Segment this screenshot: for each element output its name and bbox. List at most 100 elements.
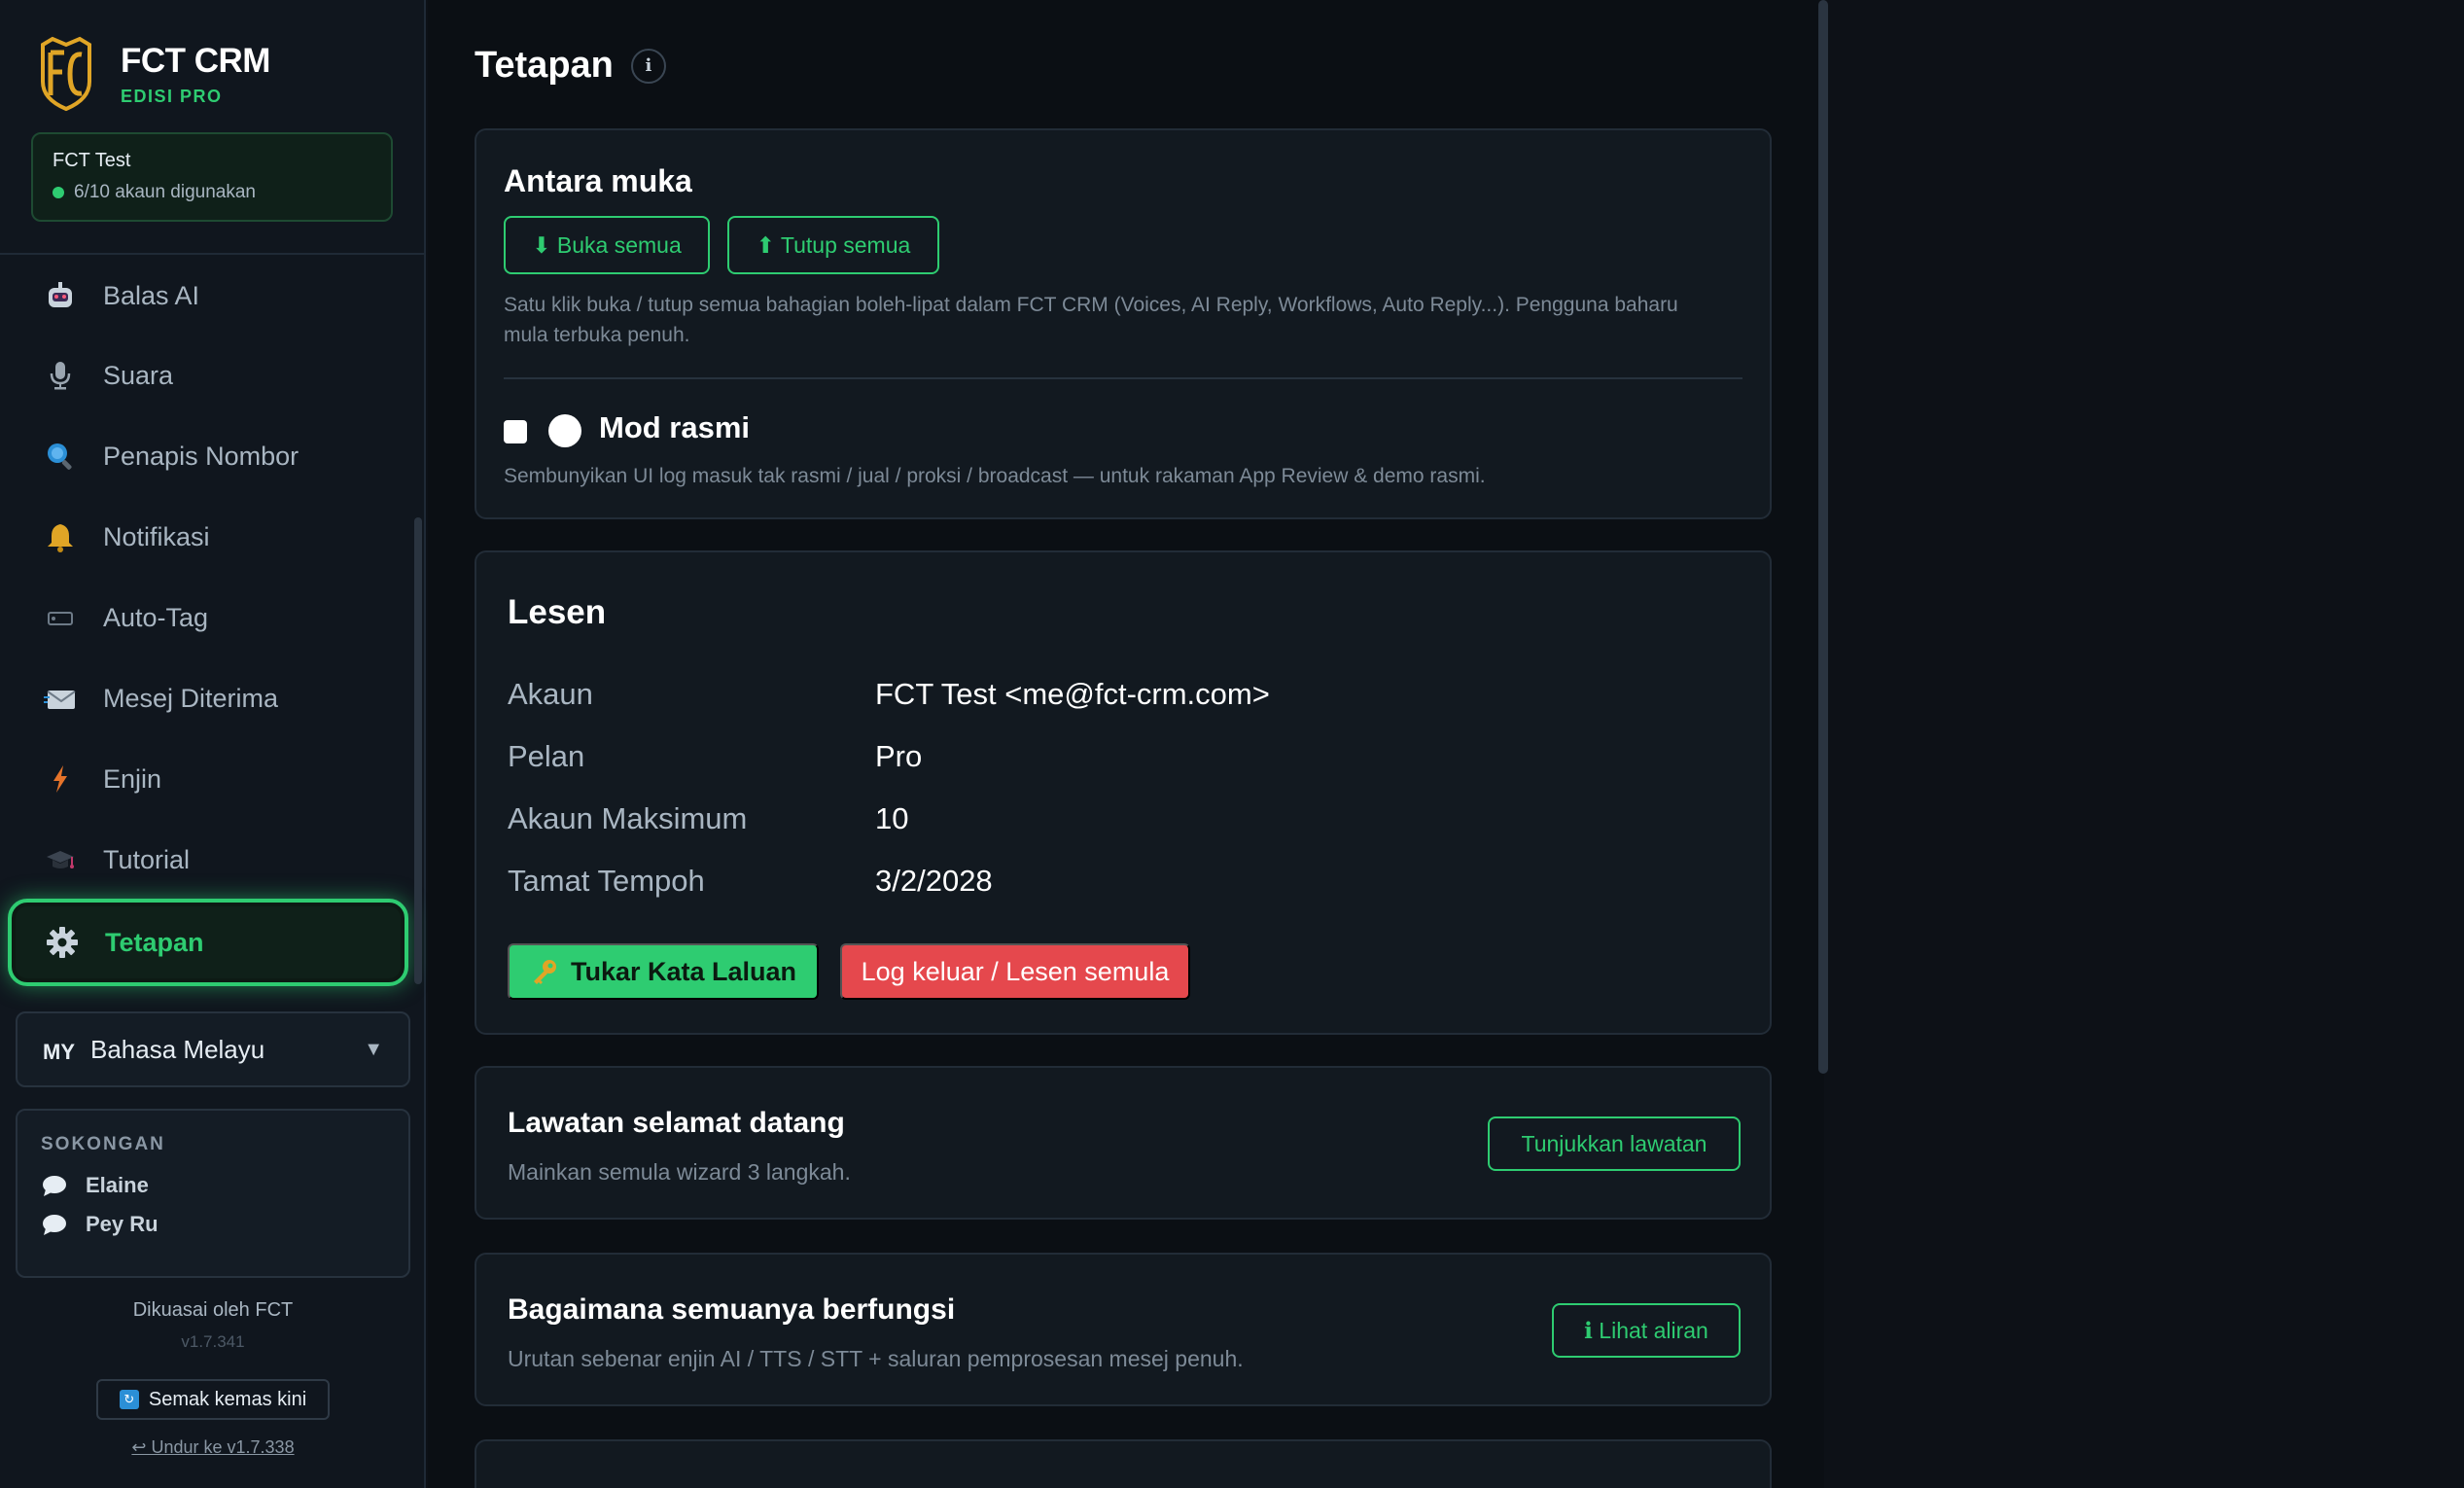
brand[interactable]: FCT CRM EDISI PRO [39,35,270,113]
official-mode-checkbox[interactable] [504,420,527,443]
sidebar-item-enjin[interactable]: Enjin [16,742,408,816]
sidebar-scrollbar[interactable] [414,517,422,984]
rollback-link[interactable]: ↩ Undur ke v1.7.338 [0,1437,426,1458]
license-key: Tamat Tempoh [508,864,705,898]
bell-icon [43,519,78,554]
support-contact-name: Elaine [86,1173,149,1197]
language-select[interactable]: MY Bahasa Melayu ▼ [16,1011,410,1087]
status-dot-icon [53,187,64,198]
how-it-works-card: Bagaimana semuanya berfungsi Urutan sebe… [475,1253,1772,1406]
license-value: 3/2/2028 [875,864,993,898]
fc-shield-logo-icon [41,36,91,112]
microphone-icon [43,358,78,393]
sidebar-item-label: Tutorial [103,844,191,874]
sidebar: FCT CRM EDISI PRO FCT Test 6/10 akaun di… [0,0,426,1488]
sidebar-item-label: Penapis Nombor [103,441,299,471]
app-version: v1.7.341 [181,1332,245,1351]
collapse-all-button[interactable]: ⬆ Tutup semua [727,216,939,274]
support-card: SOKONGAN Elaine Pey Ru [16,1109,410,1278]
tag-icon [43,600,78,635]
chat-bubble-icon [43,1176,66,1196]
sidebar-item-tutorial[interactable]: Tutorial [16,823,408,897]
page-title: Tetapan [475,45,614,86]
sidebar-item-tetapan[interactable]: Tetapan [8,899,408,986]
sidebar-item-label: Mesej Diterima [103,683,279,713]
check-update-button[interactable]: ↻ Semak kemas kini [96,1379,330,1420]
official-mode-description: Sembunyikan UI log masuk tak rasmi / jua… [504,465,1486,487]
sidebar-item-auto-tag[interactable]: Auto-Tag [16,581,408,655]
app-window: FCT CRM EDISI PRO FCT Test 6/10 akaun di… [0,0,2464,1488]
refresh-icon: ↻ [119,1390,139,1409]
welcome-tour-card: Lawatan selamat datang Mainkan semula wi… [475,1066,1772,1220]
sidebar-item-notifikasi[interactable]: Notifikasi [16,500,408,574]
interface-card-divider [504,377,1742,379]
change-password-label: Tukar Kata Laluan [570,956,797,986]
interface-card-title: Antara muka [504,163,692,198]
sidebar-item-balas-ai[interactable]: Balas AI [16,259,408,333]
support-contact-pey-ru[interactable]: Pey Ru [41,1212,385,1237]
show-tour-button[interactable]: Tunjukkan lawatan [1488,1116,1741,1171]
change-password-button[interactable]: Tukar Kata Laluan [508,943,819,1000]
how-it-works-subtitle: Urutan sebenar enjin AI / TTS / STT + sa… [508,1346,1244,1371]
interface-card: Antara muka ⬇ Buka semua ⬆ Tutup semua S… [475,128,1772,519]
brand-text: FCT CRM EDISI PRO [121,42,270,107]
expand-all-button[interactable]: ⬇ Buka semua [504,216,710,274]
license-value: FCT Test <me@fct-crm.com> [875,677,1270,711]
support-title: SOKONGAN [41,1134,165,1154]
info-icon[interactable]: i [630,48,666,84]
sidebar-item-label: Suara [103,360,174,390]
welcome-tour-title: Lawatan selamat datang [508,1107,845,1139]
support-contact-elaine[interactable]: Elaine [41,1173,385,1198]
language-label: Bahasa Melayu [90,1034,265,1064]
account-usage: 6/10 akaun digunakan [53,182,371,203]
logout-button[interactable]: Log keluar / Lesen semula [840,943,1190,1000]
robot-icon [43,278,78,313]
collapse-description-line-2: mula terbuka penuh. [504,324,690,346]
license-card: Lesen Akaun FCT Test <me@fct-crm.com> Pe… [475,550,1772,1035]
welcome-tour-subtitle: Mainkan semula wizard 3 langkah. [508,1159,851,1185]
license-card-title: Lesen [508,593,607,631]
license-value: 10 [875,801,909,835]
sidebar-item-label: Notifikasi [103,521,210,551]
brand-title: FCT CRM [121,41,270,80]
license-row-expiry: Tamat Tempoh 3/2/2028 [508,864,993,899]
collapse-description-line-1: Satu klik buka / tutup semua bahagian bo… [504,294,1678,316]
envelope-icon [43,681,78,716]
official-mode-indicator-icon [548,414,581,447]
sidebar-item-mesej-diterima[interactable]: Mesej Diterima [16,661,408,735]
sidebar-item-penapis-nombor[interactable]: Penapis Nombor [16,419,408,493]
brand-edition: EDISI PRO [121,86,223,106]
license-key: Akaun [508,677,593,711]
sidebar-item-label: Tetapan [105,927,204,957]
license-row-max-accounts: Akaun Maksimum 10 [508,801,908,836]
account-usage-text: 6/10 akaun digunakan [74,182,256,202]
license-row-account: Akaun FCT Test <me@fct-crm.com> [508,677,1270,712]
gear-icon [45,925,80,960]
key-icon [533,960,556,984]
license-value: Pro [875,739,923,773]
graduation-cap-icon [43,842,78,877]
sidebar-item-suara[interactable]: Suara [16,338,408,412]
view-flow-button[interactable]: ℹ Lihat aliran [1552,1303,1741,1358]
official-mode-label: Mod rasmi [599,410,751,444]
sidebar-divider [0,253,426,255]
sidebar-item-label: Auto-Tag [103,602,209,632]
sidebar-item-label: Balas AI [103,280,200,310]
check-update-label: Semak kemas kini [148,1388,307,1410]
sidebar-item-label: Enjin [103,763,162,794]
chat-bubble-icon [43,1215,66,1235]
account-card[interactable]: FCT Test 6/10 akaun digunakan [31,132,393,222]
chevron-down-icon: ▼ [364,1038,383,1060]
main-scrollbar[interactable] [1818,0,1828,1074]
license-key: Pelan [508,739,585,773]
license-row-plan: Pelan Pro [508,739,922,774]
support-contact-name: Pey Ru [86,1212,158,1236]
next-settings-card [475,1439,1772,1488]
powered-by: Dikuasai oleh FCT [132,1299,294,1321]
lightning-icon [43,762,78,797]
how-it-works-title: Bagaimana semuanya berfungsi [508,1293,956,1326]
malaysia-flag-icon: MY [43,1040,75,1064]
page-header: Tetapan i [475,45,666,87]
license-key: Akaun Maksimum [508,801,748,835]
account-name: FCT Test [53,150,131,171]
